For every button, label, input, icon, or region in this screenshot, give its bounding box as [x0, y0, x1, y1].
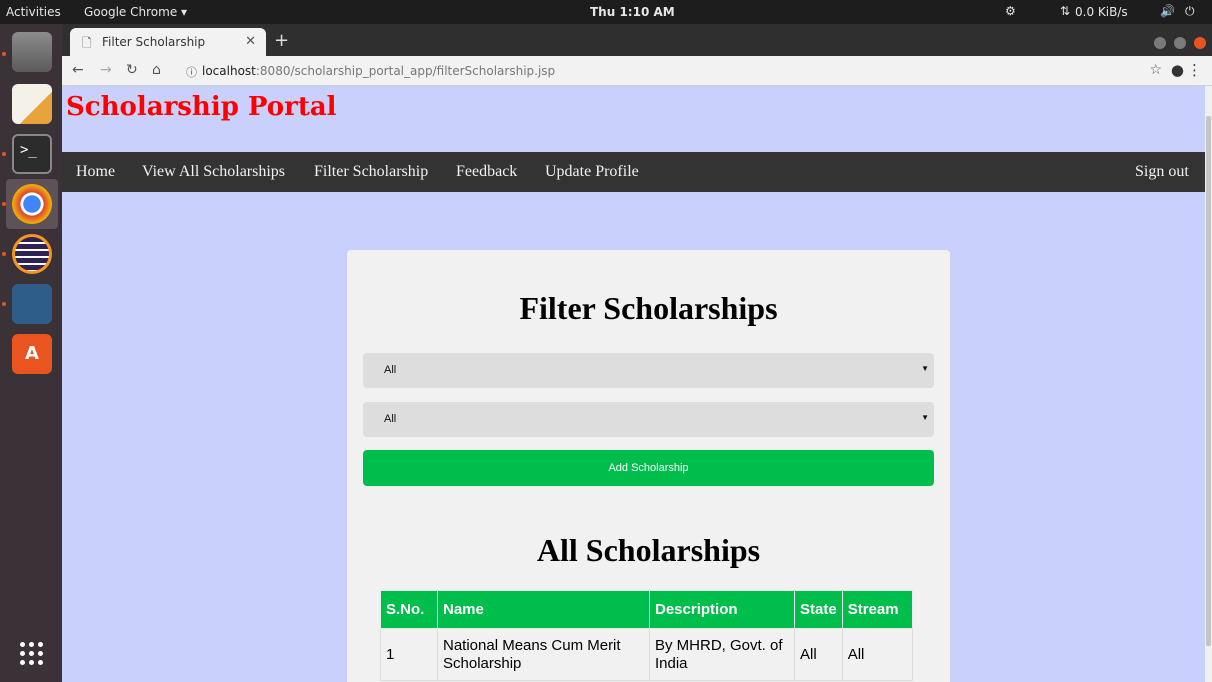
activities-button[interactable]: Activities [6, 5, 61, 19]
cell-state: All [794, 628, 843, 681]
running-indicator [2, 152, 6, 156]
volume-icon[interactable]: 🔊 [1160, 4, 1175, 18]
state-select[interactable]: All ▼ [363, 353, 934, 388]
table-header-row: S.No. Name Description State Stream [380, 590, 913, 629]
profile-icon[interactable]: ● [1171, 61, 1184, 79]
dropdown-arrow-icon: ▼ [921, 364, 929, 373]
eclipse-icon[interactable] [12, 234, 52, 274]
menu-icon[interactable]: ⋮ [1187, 61, 1202, 79]
filter-heading: Filter Scholarships [519, 290, 778, 326]
main-navbar: Home View All Scholarships Filter Schola… [62, 152, 1205, 192]
column-header: Stream [841, 590, 913, 629]
app-menu[interactable]: Google Chrome ▾ [84, 5, 187, 19]
stream-select[interactable]: All ▼ [363, 402, 934, 437]
portal-title: Scholarship Portal [66, 92, 337, 122]
files-icon[interactable] [12, 32, 52, 72]
accessibility-icon[interactable]: ⚙ [1005, 4, 1016, 18]
cell-stream: All [841, 628, 913, 681]
info-icon[interactable]: ⓘ [186, 64, 197, 80]
software-center-icon[interactable]: A [12, 334, 52, 374]
scrollbar-thumb[interactable] [1206, 116, 1211, 646]
window-controls [1151, 34, 1206, 53]
cell-description: By MHRD, Govt. of India [649, 628, 795, 681]
home-icon[interactable]: ⌂ [152, 62, 161, 78]
add-scholarship-button[interactable]: Add Scholarship [363, 450, 934, 486]
reload-icon[interactable]: ↻ [126, 62, 138, 78]
cell-sno: 1 [380, 628, 438, 681]
new-tab-button[interactable]: + [274, 30, 289, 51]
running-indicator [2, 202, 6, 206]
column-header: State [794, 590, 843, 629]
page-scrollbar[interactable] [1205, 86, 1212, 682]
network-icon: ⇅ [1060, 4, 1071, 18]
close-tab-icon[interactable]: ✕ [245, 34, 256, 49]
chrome-icon[interactable] [12, 184, 52, 224]
stream-select-value: All [384, 413, 397, 425]
running-indicator [2, 52, 6, 56]
maximize-button[interactable] [1173, 37, 1186, 49]
close-window-button[interactable] [1194, 37, 1206, 49]
column-header: Description [649, 590, 795, 629]
terminal-icon[interactable]: >_ [12, 134, 52, 174]
all-scholarships-heading: All Scholarships [536, 532, 761, 568]
network-speed: 0.0 KiB/s [1075, 5, 1128, 19]
nav-view-all-scholarships[interactable]: View All Scholarships [142, 163, 285, 181]
column-header: Name [437, 590, 650, 629]
state-select-value: All [384, 364, 397, 376]
os-top-bar: Activities Google Chrome ▾ Thu 1:10 AM ⚙… [0, 0, 1212, 24]
nav-sign-out[interactable]: Sign out [1135, 163, 1189, 181]
tab-filter-scholarship[interactable]: 🗋 Filter Scholarship ✕ [70, 28, 266, 56]
minimize-button[interactable] [1153, 37, 1166, 49]
url-path: :8080/scholarship_portal_app/filterSchol… [255, 64, 556, 78]
nav-filter-scholarship[interactable]: Filter Scholarship [314, 163, 428, 181]
table-row: 1 National Means Cum Merit Scholarship B… [380, 628, 913, 681]
nav-update-profile[interactable]: Update Profile [545, 163, 639, 181]
clock[interactable]: Thu 1:10 AM [590, 5, 675, 19]
running-indicator [2, 252, 6, 256]
dropdown-arrow-icon: ▼ [921, 413, 929, 422]
nav-feedback[interactable]: Feedback [456, 163, 517, 181]
url-host: localhost [202, 64, 256, 78]
page-viewport: Scholarship Portal Home View All Scholar… [62, 86, 1205, 682]
page-icon: 🗋 [82, 36, 92, 50]
filter-card: Filter Scholarships All ▼ All ▼ Add Scho… [347, 250, 950, 682]
address-bar[interactable]: localhost:8080/scholarship_portal_app/fi… [202, 64, 555, 78]
text-editor-icon[interactable] [12, 84, 52, 124]
browser-toolbar: ← → ↻ ⌂ ⓘ localhost:8080/scholarship_por… [62, 56, 1212, 86]
tab-strip: 🗋 Filter Scholarship ✕ + [62, 24, 1212, 56]
running-indicator [2, 302, 6, 306]
scholarships-table: S.No. Name Description State Stream 1 Na… [380, 590, 913, 681]
mysql-workbench-icon[interactable] [12, 284, 52, 324]
nav-home[interactable]: Home [76, 163, 115, 181]
chrome-window: 🗋 Filter Scholarship ✕ + ← → ↻ ⌂ ⓘ local… [62, 24, 1212, 682]
forward-icon[interactable]: → [100, 62, 112, 78]
tab-title: Filter Scholarship [102, 35, 206, 49]
cell-name: National Means Cum Merit Scholarship [437, 628, 650, 681]
column-header: S.No. [380, 590, 438, 629]
show-applications-icon[interactable] [20, 642, 44, 666]
bookmark-star-icon[interactable]: ☆ [1149, 62, 1162, 78]
dock: >_ A [0, 24, 62, 682]
back-icon[interactable]: ← [72, 62, 84, 78]
power-icon[interactable]: ⏻ [1185, 4, 1195, 19]
